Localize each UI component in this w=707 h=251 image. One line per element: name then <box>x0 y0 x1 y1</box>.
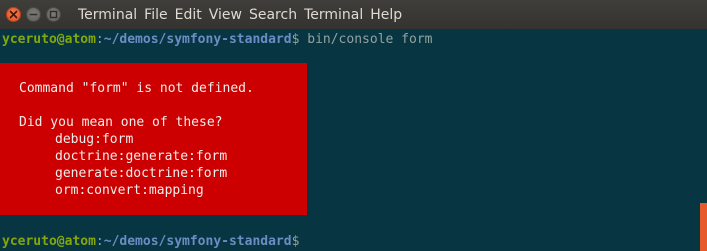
prompt-dollar: $ <box>291 234 300 249</box>
title-bar: Terminal File Edit View Search Terminal … <box>0 0 707 29</box>
menu-edit[interactable]: Edit <box>175 7 202 23</box>
menu-search[interactable]: Search <box>249 7 297 23</box>
scrollbar-thumb[interactable] <box>700 203 707 251</box>
suggestion-item: orm:convert:mapping <box>55 183 204 198</box>
menu-file[interactable]: File <box>144 7 167 23</box>
suggestion-item: debug:form <box>55 132 134 147</box>
minimize-icon <box>29 13 38 16</box>
suggestion-header: Did you mean one of these? <box>19 115 223 130</box>
close-icon <box>9 10 18 19</box>
app-title: Terminal <box>78 6 138 23</box>
terminal-output[interactable]: yceruto@atom:~/demos/symfony-standard$ b… <box>0 29 707 251</box>
prompt-separator: : <box>95 32 104 47</box>
minimize-button[interactable] <box>26 7 41 22</box>
scrollbar[interactable] <box>700 29 707 251</box>
error-block: Command "form" is not defined. Did you m… <box>0 63 307 215</box>
prompt-line-1: yceruto@atom:~/demos/symfony-standard$ b… <box>2 31 432 48</box>
maximize-icon <box>49 10 58 19</box>
maximize-button[interactable] <box>46 7 61 22</box>
prompt-path: ~/demos/symfony-standard <box>103 234 292 249</box>
menu-help[interactable]: Help <box>370 7 402 23</box>
prompt-user-host: yceruto@atom <box>2 32 96 47</box>
prompt-line-2: yceruto@atom:~/demos/symfony-standard$ <box>2 233 299 250</box>
terminal-window: Terminal File Edit View Search Terminal … <box>0 0 707 251</box>
prompt-user-host: yceruto@atom <box>2 234 96 249</box>
menu-terminal[interactable]: Terminal <box>304 7 363 23</box>
command-text: bin/console form <box>299 32 433 47</box>
suggestion-item: generate:doctrine:form <box>55 166 228 181</box>
close-button[interactable] <box>6 7 21 22</box>
prompt-path: ~/demos/symfony-standard <box>103 32 292 47</box>
error-message: Command "form" is not defined. <box>19 81 254 96</box>
menu-bar: Terminal File Edit View Search Terminal … <box>78 0 409 29</box>
menu-view[interactable]: View <box>209 7 242 23</box>
suggestion-item: doctrine:generate:form <box>55 149 228 164</box>
prompt-separator: : <box>95 234 104 249</box>
